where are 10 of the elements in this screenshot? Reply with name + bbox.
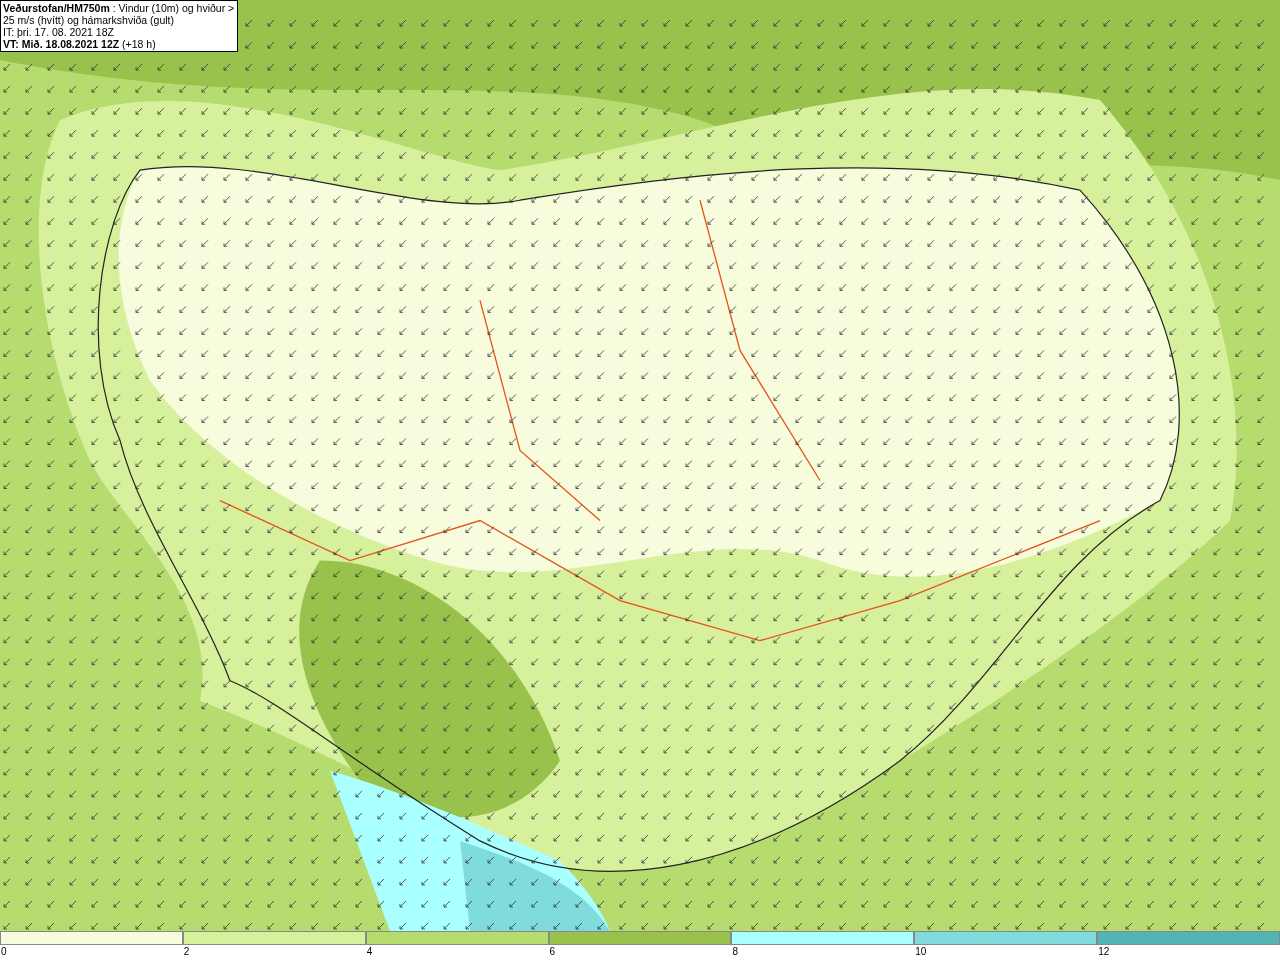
- legend-label: 8: [731, 945, 738, 959]
- legend-label: 12: [1097, 945, 1110, 959]
- issue-time: IT: þri. 17. 08. 2021 18Z: [3, 26, 115, 38]
- legend-label: 2: [182, 945, 190, 959]
- legend-label: 0: [0, 945, 7, 959]
- legend-label: 6: [548, 945, 556, 959]
- valid-time: VT: Mið. 18.08.2021 12Z (+18 h): [3, 38, 157, 50]
- legend-label: 10: [914, 945, 927, 959]
- legend-label: 4: [365, 945, 373, 959]
- map-title: Veðurstofan/HM750m : Vindur (10m) og hviður > 25 m/s (hvítt) og hámarkshviða (gult): [3, 2, 235, 26]
